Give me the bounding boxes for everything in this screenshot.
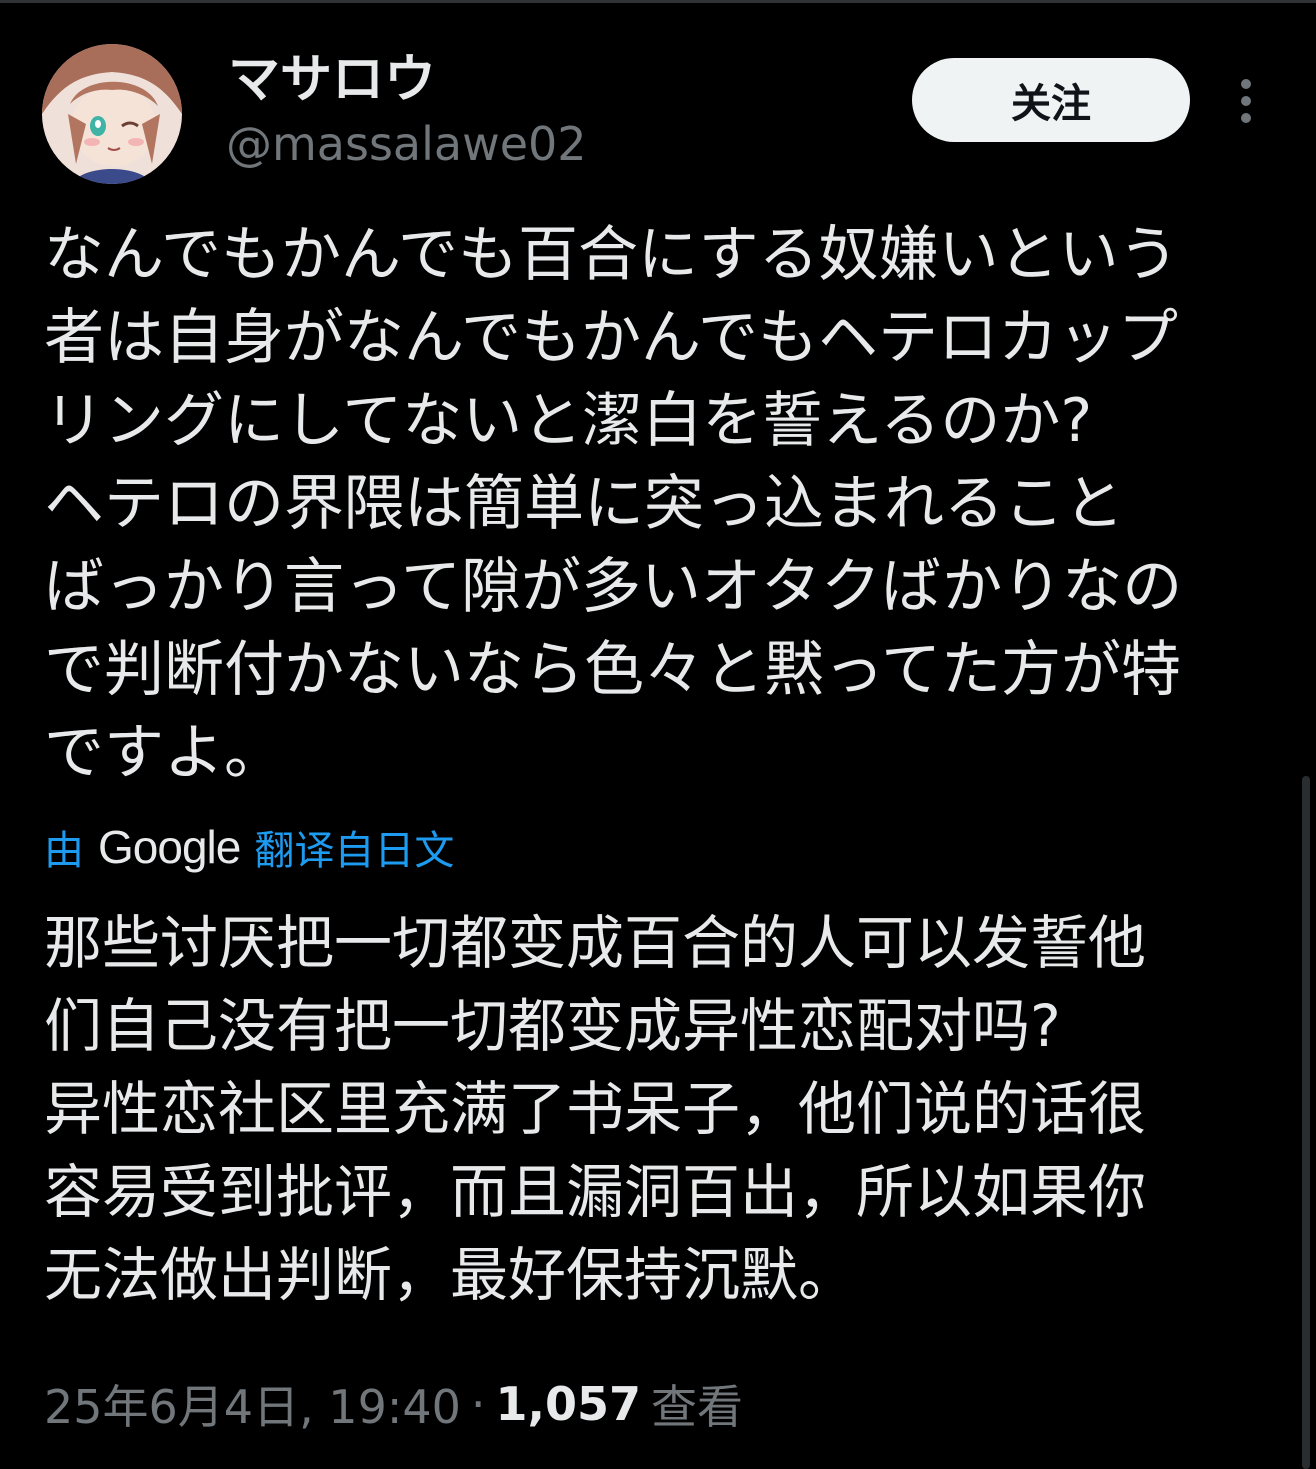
translated-text-line: 那些讨厌把一切都变成百合的人可以发誓他	[44, 909, 1147, 977]
more-vertical-icon[interactable]	[1226, 76, 1266, 126]
follow-button[interactable]: 关注	[912, 58, 1190, 142]
translated-text-line: 容易受到批评，而且漏洞百出，所以如果你	[44, 1158, 1147, 1226]
translated-text: 那些讨厌把一切都变成百合的人可以发誓他 们自己没有把一切都变成异性恋配对吗? 异…	[44, 902, 1264, 1317]
translated-text-line: 无法做出判断，最好保持沉默。	[44, 1241, 857, 1309]
translated-text-line: 们自己没有把一切都变成异性恋配对吗?	[44, 992, 1061, 1060]
tweet-text-line: ばっかり言って隙が多いオタクばかりなの	[44, 552, 1183, 622]
tweet-text-line: ですよ。	[44, 718, 284, 788]
tweet-text-line: 者は自身がなんでもかんでもヘテロカップ	[44, 303, 1178, 373]
avatar[interactable]	[42, 44, 182, 184]
author-display-name[interactable]: マサロウ	[228, 48, 436, 112]
top-divider	[0, 0, 1316, 3]
author-handle[interactable]: @massalawe02	[226, 114, 587, 174]
scrollbar[interactable]	[1302, 776, 1310, 1469]
views-count: 1,057	[495, 1377, 642, 1431]
tweet-text-line: なんでもかんでも百合にする奴嫌いという	[44, 220, 1179, 290]
tweet-text-line: で判断付かないなら色々と黙ってた方が特	[44, 635, 1181, 705]
tweet-detail: マサロウ @massalawe02 关注 なんでもかんでも百合にする奴嫌いという…	[0, 0, 1316, 1469]
tweet-meta: 25年6月4日, 19:40 · 1,057 查看	[44, 1372, 743, 1436]
translation-by-label[interactable]: 由	[44, 818, 84, 876]
translation-attribution[interactable]: 由 Google 翻译自日文	[44, 812, 454, 882]
tweet-text: なんでもかんでも百合にする奴嫌いという 者は自身がなんでもかんでもヘテロカップ …	[44, 214, 1254, 795]
translation-source-label[interactable]: 翻译自日文	[254, 818, 454, 876]
tweet-timestamp[interactable]: 25年6月4日, 19:40	[44, 1371, 461, 1437]
translated-text-line: 异性恋社区里充满了书呆子，他们说的话很	[44, 1075, 1147, 1143]
tweet-text-line: リングにしてないと潔白を誓えるのか?	[44, 386, 1093, 456]
google-logo: Google	[98, 821, 241, 873]
tweet-text-line: ヘテロの界隈は簡単に突っ込まれること	[44, 469, 1124, 539]
views-label: 查看	[651, 1380, 744, 1434]
meta-separator: ·	[470, 1377, 486, 1431]
